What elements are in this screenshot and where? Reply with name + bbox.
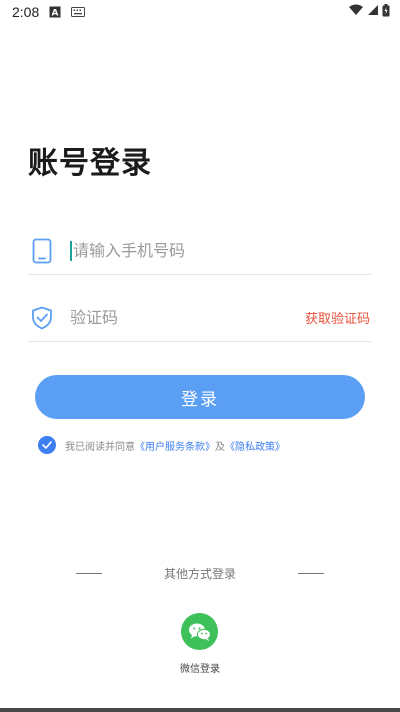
- wifi-icon: [349, 4, 363, 20]
- svg-text:A: A: [52, 9, 59, 19]
- code-field[interactable]: 获取验证码: [28, 294, 371, 342]
- keyboard-icon: [71, 7, 86, 17]
- battery-icon: [382, 3, 390, 21]
- signal-icon: [367, 4, 378, 20]
- status-bar: 2:08 A: [0, 0, 400, 24]
- other-login-divider: 其他方式登录: [0, 563, 400, 583]
- status-icons: [349, 3, 390, 21]
- agreement-row: 我已阅读并同意 《用户服务条款》 及 《隐私政策》: [38, 435, 285, 455]
- agreement-checkbox[interactable]: [38, 436, 56, 454]
- status-time: 2:08: [12, 4, 40, 20]
- divider-line-left: [75, 572, 102, 574]
- wechat-login-label: 微信登录: [180, 664, 220, 675]
- wechat-login-button[interactable]: [181, 613, 218, 650]
- check-icon: [42, 441, 52, 449]
- phone-input[interactable]: [73, 235, 371, 266]
- terms-link[interactable]: 《用户服务条款》: [135, 438, 215, 453]
- other-login-title: 其他方式登录: [163, 566, 236, 581]
- privacy-link[interactable]: 《隐私政策》: [225, 438, 285, 453]
- get-code-button[interactable]: 获取验证码: [305, 308, 370, 327]
- page-title: 账号登录: [28, 146, 152, 181]
- divider-line-right: [298, 572, 324, 574]
- text-caret: [70, 240, 72, 261]
- agreement-prefix: 我已阅读并同意: [65, 441, 135, 453]
- bottom-bar: [0, 708, 400, 712]
- phone-icon: [28, 237, 56, 265]
- phone-field[interactable]: [28, 227, 371, 275]
- shield-check-icon: [28, 304, 56, 332]
- login-screen: 2:08 A 账号登录 请输入手机号码 验证码 获取验证码 登录 我已阅读并同意…: [0, 0, 400, 712]
- code-input[interactable]: [70, 302, 305, 333]
- wechat-icon: [188, 623, 211, 641]
- a-notification-icon: A: [49, 6, 61, 18]
- login-button[interactable]: 登录: [35, 375, 365, 419]
- agreement-conjunction: 及: [215, 441, 225, 453]
